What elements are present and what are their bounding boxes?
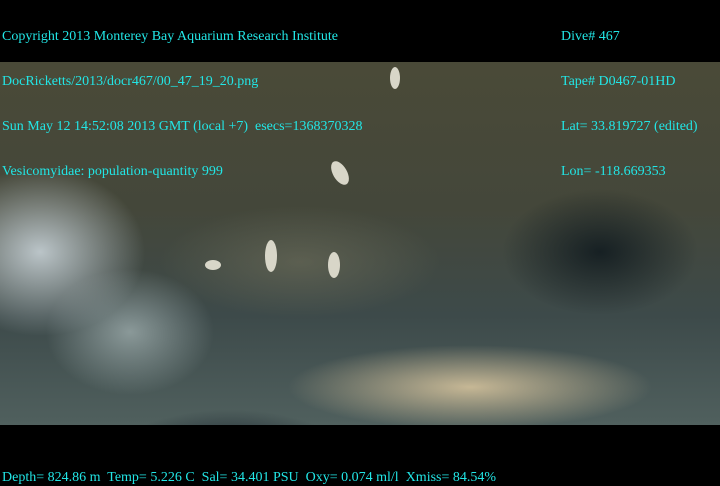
clam-shell	[205, 260, 221, 270]
tape-number: Tape# D0467-01HD	[561, 74, 676, 89]
dive-number: Dive# 467	[561, 29, 620, 44]
file-path-text: DocRicketts/2013/docr467/00_47_19_20.png	[2, 74, 259, 89]
latitude: Lat= 33.819727 (edited)	[561, 119, 698, 134]
overlay-header-left: Copyright 2013 Monterey Bay Aquarium Res…	[2, 0, 362, 209]
copyright-text: Copyright 2013 Monterey Bay Aquarium Res…	[2, 29, 338, 44]
clam-shell	[328, 252, 340, 278]
clam-shell	[265, 240, 277, 272]
longitude: Lon= -118.669353	[561, 164, 666, 179]
timestamp-text: Sun May 12 14:52:08 2013 GMT (local +7) …	[2, 119, 363, 134]
overlay-header-right: Dive# 467 Tape# D0467-01HD Lat= 33.81972…	[561, 0, 698, 209]
annotation-text: Vesicomyidae: population-quantity 999	[2, 164, 223, 179]
clam-shell	[390, 67, 400, 89]
video-frame: Copyright 2013 Monterey Bay Aquarium Res…	[0, 0, 720, 486]
sensor-readout: Depth= 824.86 m Temp= 5.226 C Sal= 34.40…	[2, 470, 497, 485]
